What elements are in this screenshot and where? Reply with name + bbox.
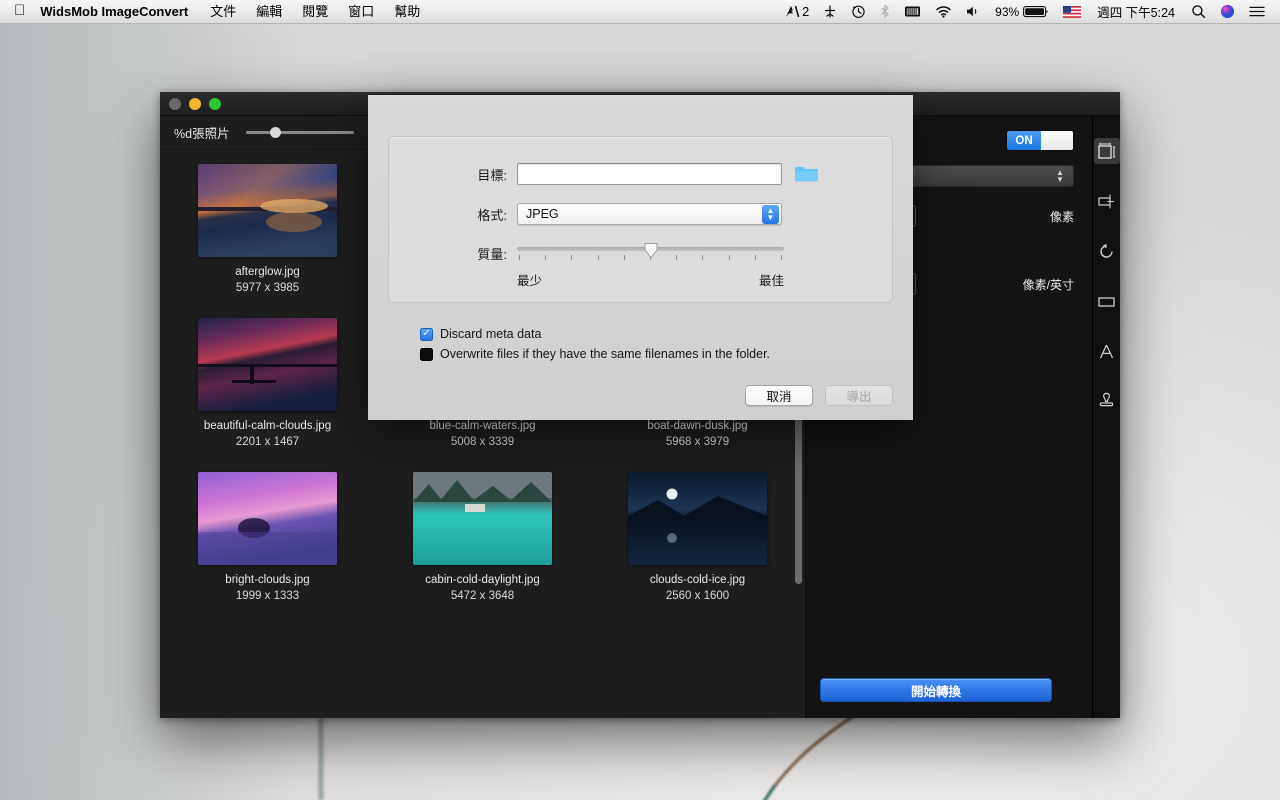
quality-max-label: 最佳: [758, 274, 784, 288]
photo-dimensions: 5008 x 3339: [450, 435, 515, 448]
notification-center-icon[interactable]: [1242, 0, 1272, 24]
photo-filename: clouds-cold-ice.jpg: [649, 574, 746, 587]
text-icon[interactable]: [1094, 338, 1120, 364]
toggle-on-label: ON: [1007, 131, 1041, 150]
airplay-icon[interactable]: [816, 0, 844, 24]
export-button: 導出: [825, 385, 893, 406]
discard-meta-checkbox-row[interactable]: ✓ Discard meta data: [420, 327, 541, 341]
photo-thumbnail[interactable]: [198, 164, 337, 257]
quality-min-label: 最少: [517, 274, 543, 288]
bluetooth-icon[interactable]: [873, 0, 897, 24]
format-value: JPEG: [526, 207, 559, 221]
photo-cell[interactable]: clouds-cold-ice.jpg 2560 x 1600: [590, 472, 805, 604]
slider-track: [245, 131, 354, 134]
us-flag-icon[interactable]: [1056, 0, 1088, 24]
volume-icon[interactable]: [959, 0, 988, 24]
quality-slider[interactable]: [517, 242, 784, 264]
cancel-button[interactable]: 取消: [745, 385, 813, 406]
photo-filename: cabin-cold-daylight.jpg: [425, 574, 540, 587]
photo-thumbnail[interactable]: [413, 472, 552, 566]
search-icon[interactable]: [1184, 0, 1213, 24]
photo-cell[interactable]: beautiful-calm-clouds.jpg 2201 x 1467: [160, 318, 375, 450]
photo-cell[interactable]: bright-clouds.jpg 1999 x 1333: [160, 472, 375, 604]
adobe-cc-count: 2: [802, 4, 810, 19]
time-machine-icon[interactable]: [844, 0, 873, 24]
target-row: 目標:: [389, 163, 892, 185]
menu-item-edit[interactable]: 編輯: [246, 0, 292, 24]
adobe-cc-icon[interactable]: 2: [778, 0, 816, 24]
photo-dimensions: 5977 x 3985: [235, 281, 300, 294]
menu-bar:  WidsMob ImageConvert 文件 編輯 閱覽 窗口 幫助 2 …: [0, 0, 1280, 24]
display-icon[interactable]: [897, 0, 928, 24]
photo-dimensions: 2201 x 1467: [235, 435, 300, 448]
menu-item-file[interactable]: 文件: [200, 0, 246, 24]
slider-knob[interactable]: [269, 127, 281, 138]
wallpaper-cable: [745, 715, 865, 800]
menu-item-help[interactable]: 幫助: [384, 0, 430, 24]
crop-icon[interactable]: [1094, 188, 1120, 214]
discard-meta-label: Discard meta data: [440, 327, 542, 341]
overwrite-files-label: Overwrite files if they have the same fi…: [440, 347, 771, 361]
photo-cell[interactable]: cabin-cold-daylight.jpg 5472 x 3648: [375, 472, 590, 604]
photo-dimensions: 5968 x 3979: [665, 435, 730, 448]
photo-dimensions: 5472 x 3648: [450, 589, 515, 602]
menu-clock[interactable]: 週四 下午5:24: [1088, 0, 1184, 24]
overwrite-files-checkbox-row[interactable]: Overwrite files if they have the same fi…: [420, 347, 770, 361]
photo-filename: bright-clouds.jpg: [225, 574, 310, 587]
resize-icon[interactable]: [1093, 138, 1120, 164]
photo-dimensions: 2560 x 1600: [665, 589, 730, 602]
photo-thumbnail[interactable]: [198, 472, 337, 566]
photo-filename: afterglow.jpg: [235, 266, 300, 278]
folder-icon[interactable]: [794, 164, 820, 184]
quality-label: 質量:: [477, 246, 507, 262]
format-row: 格式: JPEG ▲ ▼: [389, 203, 892, 225]
quality-endpoint-labels: 最少 最佳: [517, 270, 784, 289]
battery-percent: 93%: [995, 4, 1020, 19]
watermark-icon[interactable]: [1094, 388, 1120, 414]
menu-item-window[interactable]: 窗口: [338, 0, 384, 24]
toggle-knob[interactable]: [1041, 131, 1073, 150]
checkbox-unchecked-icon[interactable]: [420, 347, 433, 361]
chevron-updown-icon[interactable]: ▲ ▼: [762, 204, 779, 224]
quality-row: 質量:: [389, 242, 892, 264]
photo-cell[interactable]: afterglow.jpg 5977 x 3985: [160, 164, 375, 296]
battery-icon[interactable]: [1023, 0, 1056, 24]
photo-count-label: %d張照片: [174, 127, 230, 141]
resize-toggle[interactable]: ON: [1006, 130, 1074, 151]
export-dialog: 目標: 格式: JPEG ▲ ▼ 質量: 最少 最佳 ✓ Discard met…: [368, 95, 913, 420]
target-label: 目標:: [477, 167, 507, 183]
width-unit-label: 像素: [1049, 209, 1074, 224]
apple-logo-icon[interactable]: : [0, 0, 36, 24]
thumbnail-size-slider[interactable]: [245, 126, 354, 140]
menu-bar-status-area: 2 93% 週四 下午5:24: [778, 0, 1280, 24]
checkbox-checked-icon[interactable]: ✓: [420, 327, 433, 341]
format-select[interactable]: JPEG ▲ ▼: [517, 203, 782, 225]
format-label: 格式:: [477, 207, 507, 223]
dpi-unit-label: 像素/英寸: [1022, 277, 1074, 292]
photo-filename: boat-dawn-dusk.jpg: [647, 420, 748, 433]
wallpaper-table-leg: [318, 718, 324, 800]
chevron-updown-icon[interactable]: ▲ ▼: [1053, 167, 1067, 185]
start-convert-button[interactable]: 開始轉換: [820, 678, 1052, 702]
dialog-buttons: 取消 導出: [745, 385, 893, 406]
photo-filename: beautiful-calm-clouds.jpg: [203, 420, 332, 433]
quality-thumb[interactable]: [644, 242, 658, 259]
menu-item-view[interactable]: 閱覽: [292, 0, 338, 24]
menu-app-name[interactable]: WidsMob ImageConvert: [36, 0, 200, 24]
border-icon[interactable]: [1094, 288, 1120, 314]
photo-thumbnail[interactable]: [198, 318, 337, 412]
menu-bar-left:  WidsMob ImageConvert 文件 編輯 閱覽 窗口 幫助: [0, 0, 430, 24]
target-input[interactable]: [517, 163, 782, 185]
tool-rail: [1092, 116, 1120, 718]
photo-dimensions: 1999 x 1333: [235, 589, 300, 602]
export-options-group: 目標: 格式: JPEG ▲ ▼ 質量: 最少 最佳: [388, 136, 893, 303]
rotate-icon[interactable]: [1094, 238, 1120, 264]
wifi-icon[interactable]: [928, 0, 959, 24]
photo-thumbnail[interactable]: [628, 472, 767, 566]
siri-icon[interactable]: [1213, 0, 1242, 24]
photo-filename: blue-calm-waters.jpg: [429, 420, 536, 433]
